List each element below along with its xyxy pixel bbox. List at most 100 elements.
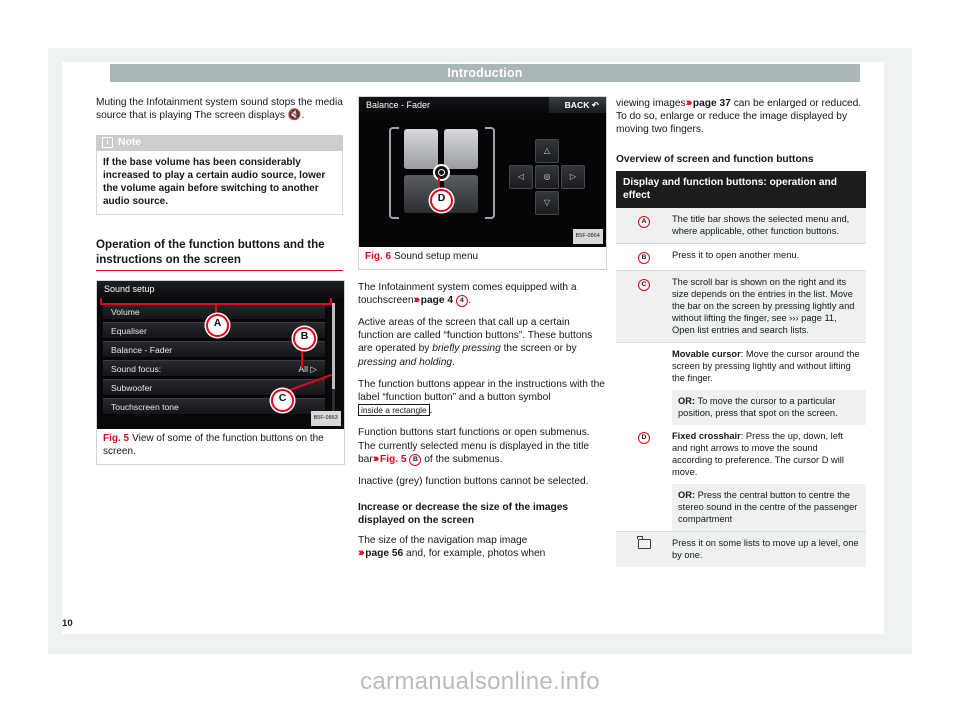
mid-p3-end: . <box>429 405 433 417</box>
fig5-label: Fig. 5 <box>103 433 130 445</box>
watermark: carmanualsonline.info <box>360 668 600 695</box>
reference-arrows: ››› <box>358 547 365 560</box>
fig5-scrollbar-thumb <box>332 303 335 390</box>
mid-p6-end: and, for example, photos when <box>406 548 546 560</box>
circle-marker-b: B <box>409 453 422 466</box>
dpad-up-button[interactable]: △ <box>535 139 559 163</box>
table-row-c: C The scroll bar is shown on the right a… <box>616 270 866 342</box>
overview-table: Display and function buttons: operation … <box>616 170 866 567</box>
fig6-label: Fig. 6 <box>365 251 392 262</box>
middle-column: Balance - Fader BACK ↶ D △ ◁ ◎ ▷ ▽ B5F-0… <box>358 96 607 570</box>
mid-p6-text: The size of the navigation map image <box>358 535 528 547</box>
intro-paragraph: Muting the Infotainment system sound sto… <box>96 96 343 122</box>
circle-marker-b: B <box>638 251 650 264</box>
callout-a-tick-right <box>330 298 332 306</box>
mid-paragraph-1: The Infotainment system comes equipped w… <box>358 281 606 307</box>
fig6-back-label: BACK <box>564 100 590 110</box>
mid-p2-italic-1: briefly pressing <box>432 343 501 355</box>
table-d-sub-1: Movable cursor: Move the cursor around t… <box>672 342 866 390</box>
figure-5-caption: Fig. 5 View of some of the function butto… <box>97 429 344 463</box>
table-header-row: Display and function buttons: operation … <box>616 170 866 208</box>
table-key-c: C <box>616 270 672 342</box>
right-paragraph-1: viewing images››› page 37 can be enlarge… <box>616 97 866 137</box>
mid-p2-end: . <box>452 356 455 368</box>
right-p1-text: viewing images <box>616 98 686 109</box>
table-key-d: D <box>616 342 672 531</box>
fig5-row-label: Subwoofer <box>111 383 153 394</box>
intro-period: . <box>301 110 305 122</box>
sound-cursor-icon <box>433 164 450 181</box>
table-d-sub-3-bold: Fixed crosshair <box>672 430 741 441</box>
mid-p2-mid: the screen or by <box>503 343 577 355</box>
dpad-center-button[interactable]: ◎ <box>535 165 559 189</box>
table-d-sub-4: OR: Press the central button to centre t… <box>672 483 866 531</box>
circle-marker-c: C <box>638 278 650 291</box>
seat-front-right <box>444 129 478 169</box>
circle-marker-d: D <box>638 431 650 444</box>
section-heading: Operation of the function buttons and th… <box>96 237 343 272</box>
mute-speaker-icon: 🔇 <box>287 109 302 122</box>
button-symbol-placeholder: inside a rectangle <box>358 404 430 417</box>
circle-marker-4: 4 <box>455 294 468 307</box>
note-body: If the base volume has been considerably… <box>96 151 343 216</box>
fig5-row-label: Balance - Fader <box>111 345 173 356</box>
table-text-d: Movable cursor: Move the cursor around t… <box>672 342 866 531</box>
dpad-right-button[interactable]: ▷ <box>561 165 585 189</box>
table-header-cell: Display and function buttons: operation … <box>616 170 866 208</box>
mid-paragraph-6: The size of the navigation map image ›››… <box>358 534 606 560</box>
mid-p2-italic-2: pressing and holding <box>358 356 453 368</box>
note-title: Note <box>118 137 142 149</box>
dpad-down-button[interactable]: ▽ <box>535 191 559 215</box>
right-column: viewing images››› page 37 can be enlarge… <box>616 96 866 567</box>
table-row-b: B Press it to open another menu. <box>616 243 866 270</box>
info-icon: i <box>102 137 113 149</box>
folder-icon <box>637 536 651 549</box>
car-outline-right <box>485 127 495 219</box>
figure-6-image: Balance - Fader BACK ↶ D △ ◁ ◎ ▷ ▽ B5F-0… <box>359 97 606 247</box>
left-column: Muting the Infotainment system sound sto… <box>96 96 345 465</box>
table-key-b: B <box>616 243 672 270</box>
dpad-left-button[interactable]: ◁ <box>509 165 533 189</box>
table-d-sub-2: OR: To move the cursor to a particular p… <box>672 389 866 425</box>
mid-p1-ref[interactable]: page 4 <box>421 295 453 306</box>
figure-5-image: Sound setup Volume Equaliser Balance - F… <box>97 281 344 430</box>
car-outline-left <box>389 127 399 219</box>
fig5-code: B5F-0863 <box>310 411 341 427</box>
mid-p6-ref[interactable]: page 56 <box>365 548 403 559</box>
mid-paragraph-4: Function buttons start functions or open… <box>358 426 606 466</box>
table-text-folder: Press it on some lists to move up a leve… <box>672 531 866 567</box>
fig6-code: B5F-0864 <box>572 228 603 244</box>
table-d-sub-4-text: Press the central button to centre the s… <box>678 489 858 524</box>
figure-6: Balance - Fader BACK ↶ D △ ◁ ◎ ▷ ▽ B5F-0… <box>358 96 607 270</box>
table-key-folder <box>616 531 672 567</box>
fig5-row-label: Touchscreen tone <box>111 402 179 413</box>
mid-p4-end: of the submenus. <box>424 453 503 465</box>
note-box: i Note If the base volume has been consid… <box>96 135 343 216</box>
figure-6-caption: Fig. 6 Sound setup menu <box>359 247 606 269</box>
circle-marker-a: A <box>638 215 650 228</box>
right-p1-ref[interactable]: page 37 <box>693 98 731 109</box>
table-d-sub-3: Fixed crosshair: Press the up, down, lef… <box>672 424 866 484</box>
fig5-screen-title: Sound setup <box>97 281 344 299</box>
fig5-row-balance-fader: Balance - Fader <box>103 341 325 359</box>
fig5-row-label: Volume <box>111 307 140 318</box>
seat-front-left <box>404 129 438 169</box>
back-arrow-icon: ↶ <box>591 100 599 110</box>
fig5-row-label: Equaliser <box>111 326 147 337</box>
fig5-row-label: Sound focus: <box>111 364 162 375</box>
mid-paragraph-3: The function buttons appear in the instr… <box>358 378 606 418</box>
table-text-c: The scroll bar is shown on the right and… <box>672 270 866 342</box>
table-d-sub-2-text: To move the cursor to a particular posit… <box>678 395 838 418</box>
fig6-caption-text: Sound setup menu <box>394 251 479 262</box>
note-header: i Note <box>96 135 343 152</box>
mid-p4-ref[interactable]: Fig. 5 <box>380 454 407 465</box>
table-d-sub-2-bold: OR: <box>678 395 696 406</box>
reference-arrows: ››› <box>372 452 380 465</box>
mid-paragraph-2: Active areas of the screen that call up … <box>358 316 606 369</box>
fig6-back-button[interactable]: BACK ↶ <box>548 97 606 113</box>
table-key-a: A <box>616 207 672 243</box>
fig5-caption-text: View of some of the function buttons on … <box>103 433 324 457</box>
table-row-a: A The title bar shows the selected menu … <box>616 207 866 243</box>
mid-p3-text: The function buttons appear in the instr… <box>358 378 605 404</box>
right-sub-heading: Overview of screen and function buttons <box>616 153 814 165</box>
